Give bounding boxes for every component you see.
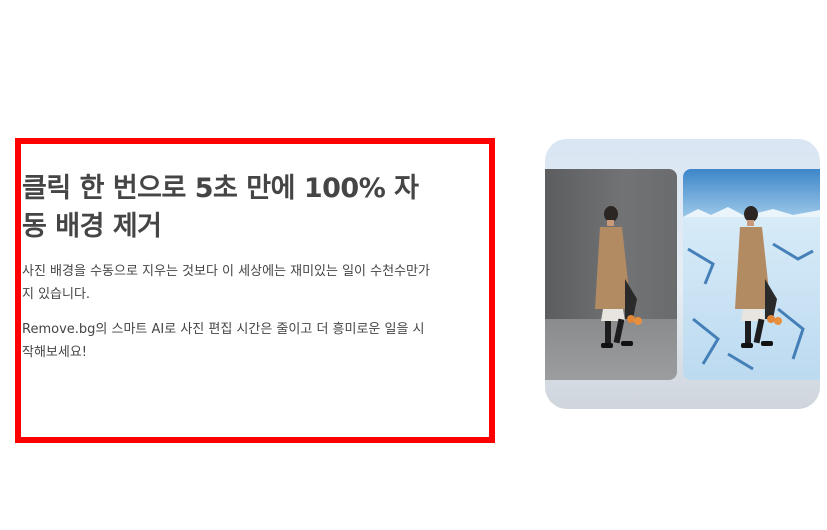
after-photo — [683, 169, 820, 380]
before-after-image-card — [545, 139, 820, 409]
hero-text-section: 클릭 한 번으로 5초 만에 100% 자동 배경 제거 사진 배경을 수동으로… — [22, 170, 432, 364]
hero-headline: 클릭 한 번으로 5초 만에 100% 자동 배경 제거 — [22, 173, 419, 242]
hero-paragraph-1: 사진 배경을 수동으로 지우는 것보다 이 세상에는 재미있는 일이 수천수만가… — [22, 264, 430, 302]
before-photo — [545, 169, 677, 380]
hero-paragraph-2: Remove.bg의 스마트 AI로 사진 편집 시간은 줄이고 더 흥미로운 … — [22, 322, 425, 360]
